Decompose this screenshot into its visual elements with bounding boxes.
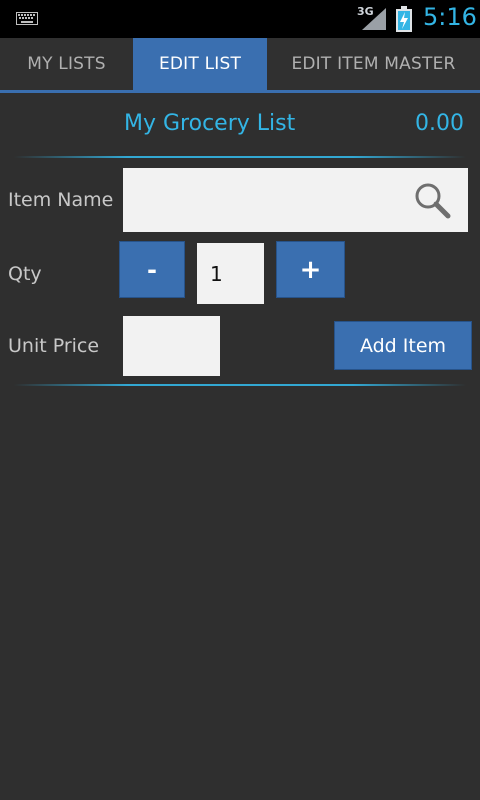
list-header: My Grocery List 0.00 [0,108,480,148]
divider [14,156,466,158]
divider [14,384,466,386]
clock: 5:16 [423,3,477,31]
list-total: 0.00 [415,111,464,136]
add-item-button[interactable]: Add Item [334,321,472,370]
tab-bar: MY LISTS EDIT LIST EDIT ITEM MASTER [0,38,480,93]
status-bar: 3G 5:16 [0,0,480,38]
search-icon[interactable] [414,182,452,220]
keyboard-icon [16,12,38,25]
tab-edit-item-master[interactable]: EDIT ITEM MASTER [267,38,480,90]
qty-label: Qty [8,263,42,285]
unit-price-input[interactable] [123,316,220,376]
tab-edit-list[interactable]: EDIT LIST [133,38,267,90]
tab-my-lists[interactable]: MY LISTS [0,38,133,90]
unit-price-label: Unit Price [8,335,100,357]
qty-input[interactable] [197,243,264,304]
list-title: My Grocery List [124,111,296,136]
battery-charging-icon [396,6,412,32]
decrease-qty-button[interactable]: - [119,241,185,298]
increase-qty-button[interactable]: + [276,241,345,298]
item-name-label: Item Name [8,189,114,211]
signal-icon [362,8,386,30]
